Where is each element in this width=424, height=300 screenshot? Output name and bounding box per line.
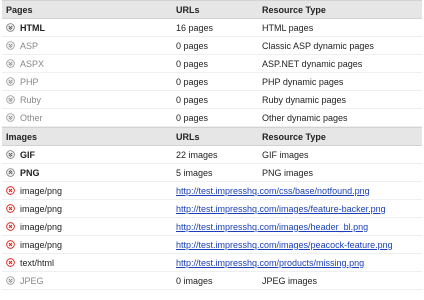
- row-type: GIF images: [262, 149, 309, 160]
- row-name: ASPX: [20, 58, 45, 69]
- row-type: PNG images: [262, 167, 314, 178]
- urls-column-header: URLs: [176, 131, 200, 142]
- table-row[interactable]: HTML 16 pages HTML pages: [2, 19, 422, 37]
- row-name: image/png: [20, 185, 63, 196]
- resource-table: Pages URLs Resource Type HTML 16 pages H…: [2, 0, 422, 290]
- row-type: Other dynamic pages: [262, 112, 348, 123]
- resource-url-link[interactable]: http://test.impresshq.com/images/peacock…: [176, 240, 393, 250]
- resource-url-link[interactable]: http://test.impresshq.com/images/header_…: [176, 222, 368, 232]
- row-type: Classic ASP dynamic pages: [262, 40, 374, 51]
- row-count: 0 pages: [176, 40, 209, 51]
- row-type: JPEG images: [262, 275, 318, 286]
- table-row[interactable]: ASPX 0 pages ASP.NET dynamic pages: [2, 55, 422, 73]
- row-name: PNG: [20, 167, 40, 178]
- row-name: Ruby: [20, 94, 42, 105]
- row-count: 0 pages: [176, 94, 209, 105]
- table-row: image/png http://test.impresshq.com/imag…: [2, 236, 422, 254]
- row-name: GIF: [20, 149, 35, 160]
- table-row: text/html http://test.impresshq.com/prod…: [2, 254, 422, 272]
- row-count: 0 pages: [176, 58, 209, 69]
- table-row[interactable]: JPEG 0 images JPEG images: [2, 272, 422, 290]
- table-row[interactable]: GIF 22 images GIF images: [2, 146, 422, 164]
- chevron-expand-icon[interactable]: [6, 113, 15, 122]
- table-row[interactable]: ASP 0 pages Classic ASP dynamic pages: [2, 37, 422, 55]
- table-row[interactable]: Ruby 0 pages Ruby dynamic pages: [2, 91, 422, 109]
- table-row[interactable]: PHP 0 pages PHP dynamic pages: [2, 73, 422, 91]
- table-row[interactable]: Other 0 pages Other dynamic pages: [2, 109, 422, 127]
- resource-type-column-header: Resource Type: [262, 131, 326, 142]
- table-row: image/png http://test.impresshq.com/imag…: [2, 200, 422, 218]
- chevron-expand-icon[interactable]: [6, 95, 15, 104]
- pages-header-label: Pages: [6, 4, 33, 15]
- row-name: JPEG: [20, 275, 44, 286]
- resource-type-column-header: Resource Type: [262, 4, 326, 15]
- table-row: image/png http://test.impresshq.com/css/…: [2, 182, 422, 200]
- chevron-expand-icon[interactable]: [6, 59, 15, 68]
- row-name: image/png: [20, 239, 63, 250]
- error-icon: [6, 204, 15, 213]
- row-name: PHP: [20, 76, 39, 87]
- error-icon: [6, 240, 15, 249]
- chevron-expand-icon[interactable]: [6, 276, 15, 285]
- pages-section-header: Pages URLs Resource Type: [2, 0, 422, 19]
- table-row: image/png http://test.impresshq.com/imag…: [2, 218, 422, 236]
- row-type: Ruby dynamic pages: [262, 94, 347, 105]
- row-type: ASP.NET dynamic pages: [262, 58, 363, 69]
- urls-column-header: URLs: [176, 4, 200, 15]
- error-icon: [6, 258, 15, 267]
- row-name: image/png: [20, 221, 63, 232]
- chevron-expand-icon[interactable]: [6, 150, 15, 159]
- row-name: image/png: [20, 203, 63, 214]
- row-count: 16 pages: [176, 22, 214, 33]
- row-count: 0 pages: [176, 112, 209, 123]
- row-type: PHP dynamic pages: [262, 76, 344, 87]
- row-name: Other: [20, 112, 43, 123]
- row-name: ASP: [20, 40, 39, 51]
- chevron-expand-icon[interactable]: [6, 23, 15, 32]
- row-count: 0 images: [176, 275, 213, 286]
- row-count: 22 images: [176, 149, 218, 160]
- row-type: HTML pages: [262, 22, 314, 33]
- images-section-header: Images URLs Resource Type: [2, 127, 422, 146]
- chevron-expand-icon[interactable]: [6, 41, 15, 50]
- table-row[interactable]: PNG 5 images PNG images: [2, 164, 422, 182]
- row-name: HTML: [20, 22, 45, 33]
- error-icon: [6, 222, 15, 231]
- row-name: text/html: [20, 257, 55, 268]
- resource-url-link[interactable]: http://test.impresshq.com/products/missi…: [176, 258, 364, 268]
- images-header-label: Images: [6, 131, 38, 142]
- error-icon: [6, 186, 15, 195]
- row-count: 0 pages: [176, 76, 209, 87]
- resource-url-link[interactable]: http://test.impresshq.com/css/base/notfo…: [176, 186, 370, 196]
- resource-url-link[interactable]: http://test.impresshq.com/images/feature…: [176, 204, 386, 214]
- chevron-collapse-icon[interactable]: [6, 168, 15, 177]
- row-count: 5 images: [176, 167, 213, 178]
- chevron-expand-icon[interactable]: [6, 77, 15, 86]
